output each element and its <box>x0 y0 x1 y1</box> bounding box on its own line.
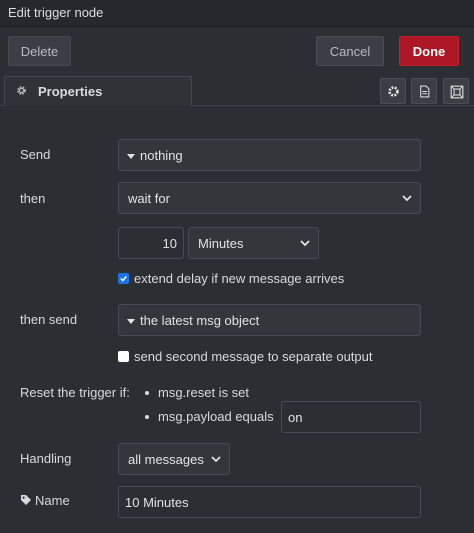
settings-tab-button[interactable] <box>380 78 406 104</box>
tab-properties-label: Properties <box>38 84 103 99</box>
name-value: 10 Minutes <box>125 495 189 510</box>
payload-equals-input[interactable]: on <box>281 401 421 433</box>
duration-input[interactable]: 10 <box>118 227 184 259</box>
extend-delay-checkbox[interactable] <box>118 273 129 284</box>
gear-icon <box>17 86 26 95</box>
tag-icon <box>21 495 31 505</box>
bullet-icon <box>145 414 149 419</box>
dialog-titlebar: Edit trigger node <box>0 0 474 27</box>
then-value: wait for <box>128 191 170 206</box>
description-tab-button[interactable] <box>411 78 437 104</box>
delete-button[interactable]: Delete <box>8 36 71 66</box>
reset-condition-text: msg.payload equals <box>158 409 274 424</box>
chevron-down-icon <box>211 456 221 463</box>
reset-label: Reset the trigger if: <box>20 385 130 400</box>
handling-select[interactable]: all messages <box>118 443 230 475</box>
gear-icon <box>388 86 399 97</box>
chevron-down-icon <box>402 195 412 202</box>
handling-value: all messages <box>128 452 204 467</box>
cancel-button[interactable]: Cancel <box>316 36 384 66</box>
then-select[interactable]: wait for <box>118 182 421 214</box>
caret-down-icon <box>127 319 135 324</box>
duration-unit-value: Minutes <box>198 236 244 251</box>
duration-value: 10 <box>162 236 177 251</box>
send-label: Send <box>20 147 51 162</box>
send-type-select[interactable]: nothing <box>118 139 421 171</box>
name-label: Name <box>35 493 70 508</box>
then-send-label: then send <box>20 312 78 327</box>
button-bar: Delete Cancel Done <box>0 27 474 75</box>
checkmark-icon <box>120 275 127 282</box>
frame-icon <box>450 85 464 99</box>
appearance-tab-button[interactable] <box>443 78 469 104</box>
tab-row: Properties <box>0 75 474 106</box>
send-value: nothing <box>140 148 183 163</box>
chevron-down-icon <box>300 240 310 247</box>
duration-unit-select[interactable]: Minutes <box>188 227 319 259</box>
document-icon <box>420 85 430 98</box>
caret-down-icon <box>127 154 135 159</box>
second-output-label: send second message to separate output <box>134 349 373 364</box>
tab-properties[interactable]: Properties <box>4 76 192 106</box>
reset-condition-item: msg.payload equals <box>145 409 274 424</box>
handling-label: Handling <box>20 451 72 466</box>
then-send-value: the latest msg object <box>140 313 260 328</box>
reset-condition-item: msg.reset is set <box>145 385 249 400</box>
payload-equals-value: on <box>288 410 303 425</box>
name-input[interactable]: 10 Minutes <box>118 486 421 518</box>
then-label: then <box>20 191 46 206</box>
dialog-title: Edit trigger node <box>8 5 104 20</box>
bullet-icon <box>145 390 149 395</box>
extend-delay-label: extend delay if new message arrives <box>134 271 345 286</box>
reset-condition-text: msg.reset is set <box>158 385 250 400</box>
properties-panel: Send nothing then wait for 10 Minutes ex… <box>0 106 474 533</box>
second-output-checkbox[interactable] <box>118 351 129 362</box>
then-send-type-select[interactable]: the latest msg object <box>118 304 421 336</box>
done-button[interactable]: Done <box>399 36 459 66</box>
